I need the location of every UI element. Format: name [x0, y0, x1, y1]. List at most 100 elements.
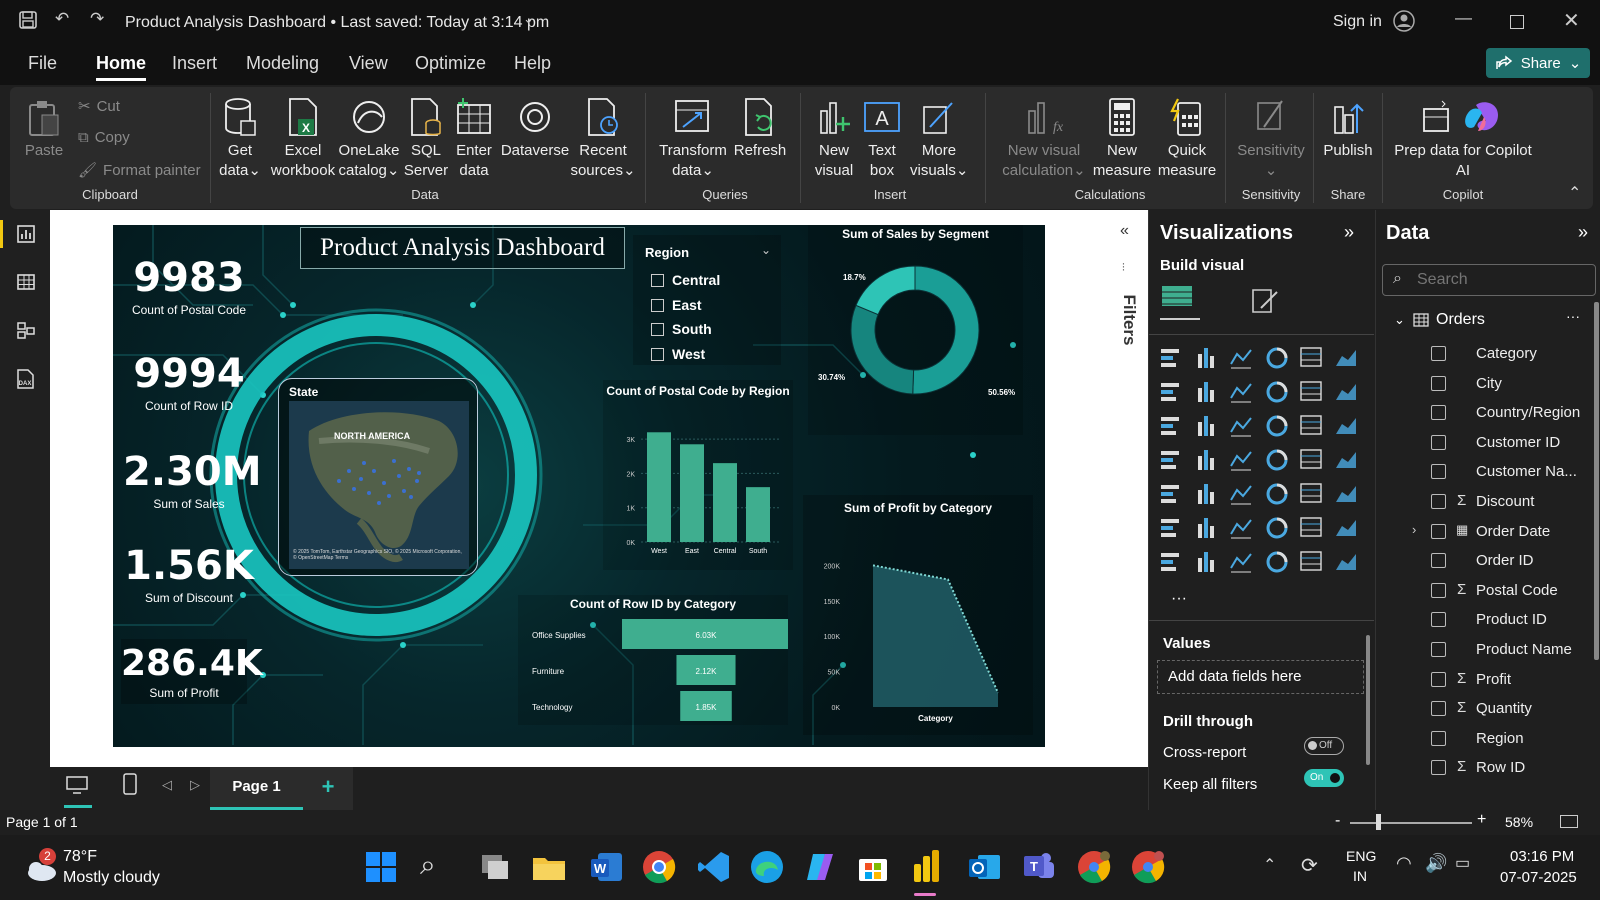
visual-type-icon[interactable] [1161, 553, 1179, 571]
visual-type-icon[interactable] [1230, 519, 1252, 539]
visual-type-grid[interactable] [1159, 344, 1369, 594]
field-item[interactable]: › ▦ Order Date [1376, 520, 1594, 544]
chevron-down-icon[interactable]: ⌄ [1394, 312, 1405, 328]
model-view-icon[interactable] [16, 320, 36, 345]
visual-type-icon[interactable] [1161, 383, 1179, 401]
battery-icon[interactable]: ▭ [1455, 853, 1470, 873]
publish-button[interactable]: Publish [1320, 97, 1376, 161]
maximize-icon[interactable] [1510, 15, 1524, 29]
visual-type-icon[interactable] [1198, 416, 1214, 436]
visual-type-icon[interactable] [1300, 449, 1322, 469]
state-map-visual[interactable]: State NORTH AMERICA © 2025 TomTom, Earth… [278, 378, 478, 576]
zoom-out-icon[interactable]: - [1335, 812, 1340, 830]
field-item[interactable]: Order ID [1376, 549, 1594, 573]
sync-icon[interactable]: ⟳ [1301, 853, 1318, 878]
clock-time[interactable]: 03:16 PM [1510, 848, 1574, 865]
kpi-card[interactable]: 2.30M Sum of Sales [123, 449, 262, 511]
mobile-layout-icon[interactable] [123, 773, 137, 800]
menu-insert[interactable]: Insert [172, 53, 217, 74]
field-checkbox[interactable] [1431, 346, 1446, 361]
field-checkbox[interactable] [1431, 730, 1446, 746]
visual-type-icon[interactable] [1198, 348, 1214, 368]
save-icon[interactable] [18, 10, 38, 35]
excel-workbook-button[interactable]: X Excel workbook [268, 97, 338, 181]
visual-type-icon[interactable] [1336, 384, 1356, 400]
paste-button[interactable]: Paste [22, 99, 66, 161]
search-box[interactable]: ⌕ [1382, 264, 1596, 296]
recent-sources-button[interactable]: Recent sources⌄ [570, 97, 636, 181]
kpi-card[interactable]: 9983 Count of Postal Code [123, 255, 255, 317]
visual-type-icon[interactable] [1230, 417, 1252, 437]
visual-type-icon[interactable] [1161, 349, 1179, 367]
chrome-profile-icon[interactable] [1077, 850, 1111, 889]
field-checkbox[interactable] [1431, 375, 1446, 391]
kpi-card[interactable]: 1.56K Sum of Discount [123, 543, 255, 605]
region-slicer[interactable]: Region ⌄ Central East South West [633, 235, 781, 365]
visual-type-icon[interactable] [1198, 382, 1214, 402]
zoom-in-icon[interactable]: + [1477, 811, 1486, 829]
desktop-layout-icon[interactable] [66, 775, 88, 800]
field-item[interactable]: Region [1376, 727, 1594, 751]
file-explorer-icon[interactable] [532, 852, 566, 887]
dax-query-view-icon[interactable]: DAX [14, 368, 36, 395]
visual-type-icon[interactable] [1300, 483, 1322, 503]
menu-help[interactable]: Help [514, 53, 551, 74]
title-dropdown-icon[interactable]: ⌄ [523, 11, 534, 27]
minimize-icon[interactable]: — [1455, 8, 1472, 28]
field-checkbox[interactable] [1431, 434, 1446, 450]
visual-type-icon[interactable] [1161, 485, 1179, 503]
onelake-catalog-button[interactable]: OneLake catalog⌄ [338, 97, 400, 181]
format-painter-button[interactable]: 🖌 Format painter [78, 161, 201, 180]
area-chart-svg[interactable]: 0K 50K 100K 150K 200K Category [803, 517, 1033, 735]
chrome-icon[interactable] [642, 850, 676, 889]
segment-donut-chart[interactable]: Sum of Sales by Segment 50.56% 30.74% 18.7… [808, 225, 1023, 435]
collapse-ribbon-icon[interactable]: ⌃ [1568, 183, 1581, 203]
menu-home[interactable]: Home [96, 53, 147, 81]
more-options-icon[interactable]: ··· [1566, 308, 1580, 324]
prep-data-copilot-button[interactable]: Prep data for Copilot AI [1388, 97, 1538, 181]
filters-pane[interactable]: « ⫶ Filters [1108, 210, 1148, 767]
scrollbar[interactable] [1594, 302, 1599, 660]
values-drop-zone[interactable]: Add data fields here [1157, 660, 1364, 694]
field-item[interactable]: Category [1376, 342, 1594, 366]
visual-type-icon[interactable] [1198, 552, 1214, 572]
visual-type-icon[interactable] [1336, 452, 1356, 468]
visual-type-icon[interactable] [1198, 518, 1214, 538]
field-checkbox[interactable] [1431, 642, 1446, 657]
visual-type-icon[interactable] [1336, 554, 1356, 570]
visual-type-icon[interactable] [1161, 451, 1179, 469]
field-item[interactable]: City [1376, 372, 1594, 396]
chevron-down-icon[interactable]: ⌄ [761, 243, 771, 257]
menu-optimize[interactable]: Optimize [415, 53, 486, 74]
table-name[interactable]: Orders [1436, 311, 1485, 329]
windows-start-icon[interactable] [365, 851, 397, 888]
visual-type-icon[interactable] [1230, 553, 1252, 573]
checkbox[interactable] [651, 273, 664, 287]
visual-type-icon[interactable] [1230, 485, 1252, 505]
visual-type-icon[interactable] [1336, 350, 1356, 366]
new-visual-button[interactable]: New visual [810, 97, 858, 181]
visual-type-icon[interactable] [1300, 381, 1322, 401]
field-checkbox[interactable] [1431, 671, 1446, 687]
copilot-app-icon[interactable] [803, 850, 837, 889]
visual-type-icon[interactable] [1161, 417, 1179, 435]
redo-icon[interactable]: ↷ [90, 9, 104, 29]
word-icon[interactable]: W [590, 851, 624, 888]
visual-type-icon[interactable] [1300, 347, 1322, 367]
visual-type-icon[interactable] [1198, 484, 1214, 504]
visual-type-icon[interactable] [1336, 418, 1356, 434]
slicer-item[interactable]: South [651, 321, 712, 337]
checkbox[interactable] [651, 322, 664, 336]
task-view-icon[interactable] [480, 853, 510, 886]
field-item[interactable]: Customer Na... [1376, 460, 1594, 484]
close-icon[interactable]: ✕ [1563, 8, 1580, 33]
column-chart-svg[interactable]: 0K 1K 2K 3K West East Central South [603, 402, 793, 570]
chrome-profile-icon[interactable] [1131, 850, 1165, 889]
expand-icon[interactable]: » [1578, 222, 1588, 243]
visual-type-icon[interactable] [1266, 449, 1288, 471]
checkbox[interactable] [651, 347, 664, 361]
sensitivity-button[interactable]: Sensitivity ⌄ [1232, 97, 1310, 181]
visual-type-icon[interactable] [1266, 517, 1288, 539]
chevron-up-icon[interactable]: ⌃ [1263, 855, 1276, 875]
kpi-card[interactable]: 9994 Count of Row ID [123, 351, 255, 413]
